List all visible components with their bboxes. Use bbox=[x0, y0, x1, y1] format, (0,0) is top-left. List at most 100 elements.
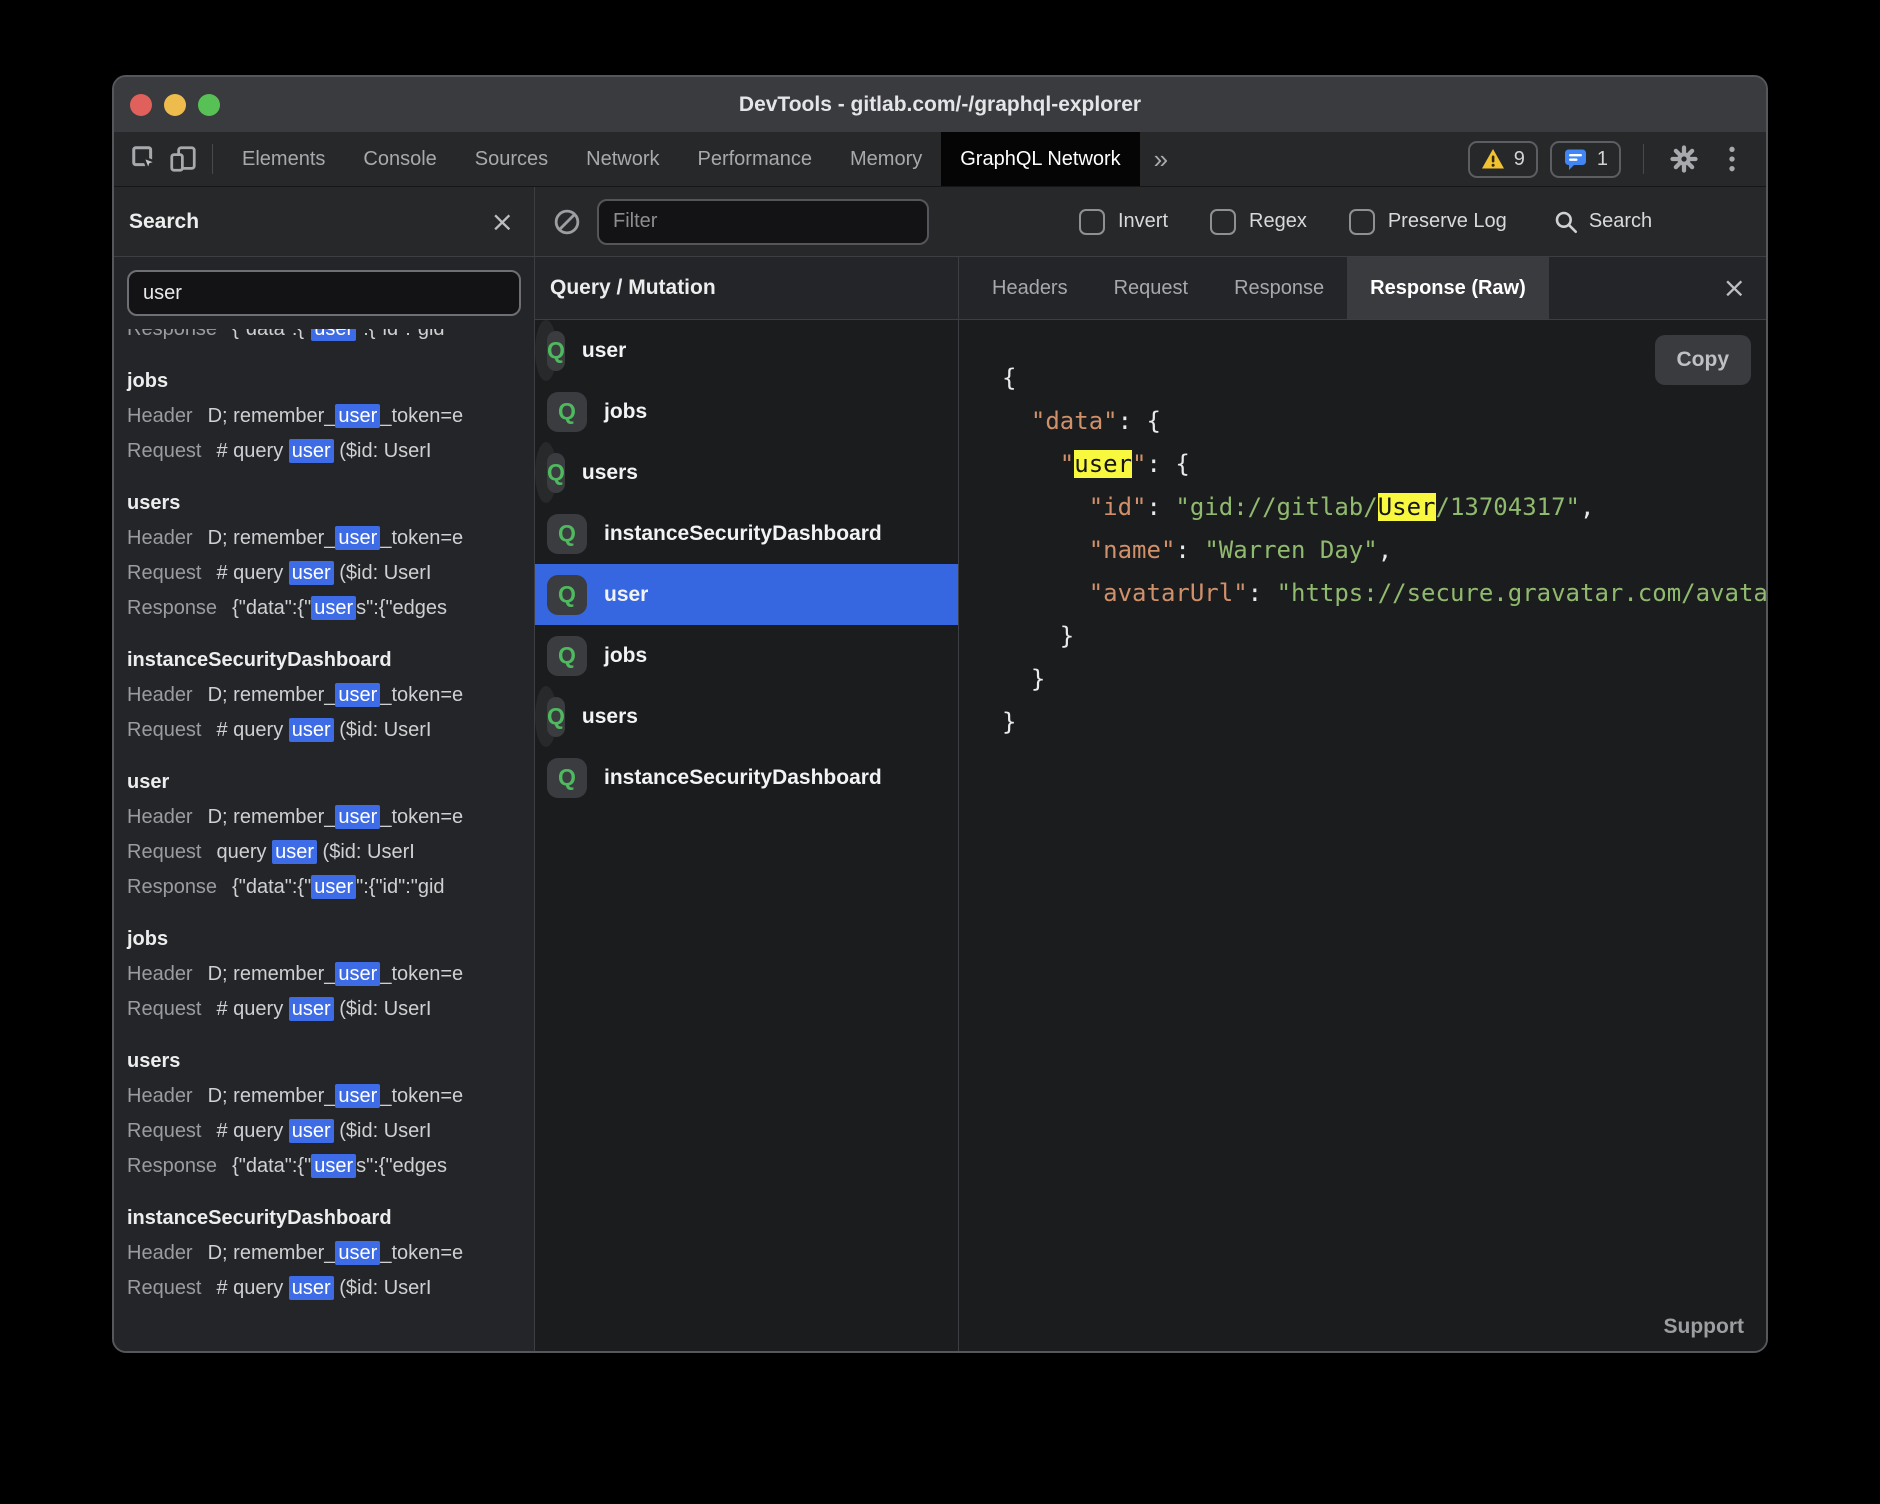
checkbox-label: Preserve Log bbox=[1388, 210, 1507, 233]
search-result-row[interactable]: HeaderD; remember_user_token=e bbox=[127, 957, 534, 992]
search-result-row[interactable]: Request# query user ($id: UserI bbox=[127, 434, 534, 469]
search-highlight: user bbox=[335, 683, 380, 707]
search-result-row[interactable]: Response{"data":{"users":{"edges bbox=[127, 591, 534, 626]
json-token: "name" bbox=[1089, 536, 1176, 564]
checkbox-regex[interactable]: Regex bbox=[1210, 209, 1307, 235]
search-highlight: user bbox=[311, 875, 356, 899]
search-result-row[interactable]: Request# query user ($id: UserI bbox=[127, 1114, 534, 1149]
filter-input[interactable] bbox=[597, 199, 929, 245]
block-icon[interactable] bbox=[549, 204, 585, 240]
json-line: "user": { bbox=[1002, 443, 1766, 486]
tab-performance[interactable]: Performance bbox=[679, 132, 832, 186]
search-result-row[interactable]: Response{"data":{"user":{"id":"gid bbox=[127, 870, 534, 905]
traffic-light-close[interactable] bbox=[130, 94, 152, 116]
tab-sources[interactable]: Sources bbox=[456, 132, 567, 186]
message-badge[interactable]: 1 bbox=[1550, 141, 1621, 178]
devtools-tabbar: ElementsConsoleSourcesNetworkPerformance… bbox=[114, 132, 1766, 187]
search-result-group-title[interactable]: users bbox=[127, 486, 534, 521]
search-result-row[interactable]: Response{"data":{"user":{"id":"gid bbox=[127, 329, 534, 347]
search-result-row[interactable]: HeaderD; remember_user_token=e bbox=[127, 678, 534, 713]
detail-tab-response[interactable]: Response bbox=[1211, 257, 1347, 319]
warning-badge[interactable]: 9 bbox=[1468, 141, 1538, 178]
query-row-jobs[interactable]: Qjobs bbox=[535, 381, 958, 442]
search-result-row[interactable]: HeaderD; remember_user_token=e bbox=[127, 800, 534, 835]
search-result-group-title[interactable]: jobs bbox=[127, 364, 534, 399]
tab-graphql-network[interactable]: GraphQL Network bbox=[941, 132, 1139, 186]
detail-panel: HeadersRequestResponseResponse (Raw) × C… bbox=[959, 257, 1766, 1351]
support-link[interactable]: Support bbox=[1664, 1315, 1744, 1339]
kebab-menu-icon[interactable] bbox=[1714, 141, 1750, 177]
inspect-element-icon[interactable] bbox=[126, 132, 164, 186]
checkbox-label: Invert bbox=[1118, 210, 1168, 233]
checkbox-box bbox=[1349, 209, 1375, 235]
search-result-row[interactable]: HeaderD; remember_user_token=e bbox=[127, 1236, 534, 1271]
search-result-row[interactable]: Request# query user ($id: UserI bbox=[127, 1271, 534, 1306]
json-token: { bbox=[1002, 364, 1016, 392]
json-line: } bbox=[1002, 701, 1766, 744]
search-result-row[interactable]: Request# query user ($id: UserI bbox=[127, 556, 534, 591]
filter-search[interactable]: Search bbox=[1553, 209, 1652, 235]
search-result-row[interactable]: HeaderD; remember_user_token=e bbox=[127, 521, 534, 556]
search-result-group-title[interactable]: instanceSecurityDashboard bbox=[127, 643, 534, 678]
json-token: /13704317" bbox=[1436, 493, 1581, 521]
json-token: : { bbox=[1118, 407, 1161, 435]
tab-memory[interactable]: Memory bbox=[831, 132, 941, 186]
traffic-light-zoom[interactable] bbox=[198, 94, 220, 116]
search-result-text: D; remember_ bbox=[208, 963, 336, 985]
search-result-row[interactable]: HeaderD; remember_user_token=e bbox=[127, 1079, 534, 1114]
search-result-text: _token=e bbox=[380, 1242, 463, 1264]
traffic-light-minimize[interactable] bbox=[164, 94, 186, 116]
query-row-jobs[interactable]: Qjobs bbox=[535, 625, 958, 686]
query-row-instancesecuritydashboard[interactable]: QinstanceSecurityDashboard bbox=[535, 503, 958, 564]
devtools-tabs: ElementsConsoleSourcesNetworkPerformance… bbox=[223, 132, 1140, 186]
main-row: Query / Mutation QuserQjobsQusersQinstan… bbox=[535, 257, 1766, 1351]
search-highlight: user bbox=[335, 1241, 380, 1265]
tab-console[interactable]: Console bbox=[344, 132, 455, 186]
search-result-text: ($id: UserI bbox=[334, 562, 432, 584]
search-result-text: s":{"edges bbox=[356, 597, 447, 619]
search-input[interactable] bbox=[127, 270, 521, 316]
json-line: "data": { bbox=[1002, 400, 1766, 443]
checkbox-preserve-log[interactable]: Preserve Log bbox=[1349, 209, 1507, 235]
search-result-text: _token=e bbox=[380, 806, 463, 828]
search-result-row[interactable]: Response{"data":{"users":{"edges bbox=[127, 1149, 534, 1184]
search-result-row[interactable]: HeaderD; remember_user_token=e bbox=[127, 399, 534, 434]
search-icon bbox=[1553, 209, 1579, 235]
detail-close-icon[interactable]: × bbox=[1723, 274, 1746, 302]
tab-elements[interactable]: Elements bbox=[223, 132, 344, 186]
detail-tab-headers[interactable]: Headers bbox=[969, 257, 1091, 319]
query-row-user[interactable]: Quser bbox=[535, 564, 958, 625]
search-result-text: # query bbox=[217, 562, 289, 584]
copy-button[interactable]: Copy bbox=[1655, 335, 1752, 385]
search-result-row[interactable]: Requestquery user ($id: UserI bbox=[127, 835, 534, 870]
search-result-row[interactable]: Request# query user ($id: UserI bbox=[127, 713, 534, 748]
search-highlight: user bbox=[335, 962, 380, 986]
search-result-row[interactable]: Request# query user ($id: UserI bbox=[127, 992, 534, 1027]
detail-tab-request[interactable]: Request bbox=[1091, 257, 1212, 319]
query-row-users[interactable]: Qusers bbox=[535, 442, 557, 503]
query-row-user[interactable]: Quser bbox=[535, 320, 557, 381]
checkbox-invert[interactable]: Invert bbox=[1079, 209, 1168, 235]
warning-count: 9 bbox=[1514, 148, 1525, 171]
tab-network[interactable]: Network bbox=[567, 132, 678, 186]
search-close-icon[interactable]: × bbox=[491, 208, 514, 236]
search-result-group-title[interactable]: user bbox=[127, 765, 534, 800]
detail-tab-response-raw[interactable]: Response (Raw) bbox=[1347, 257, 1549, 319]
search-result-text: {"data":{" bbox=[232, 597, 311, 619]
tabbar-separator bbox=[212, 144, 213, 174]
query-label: users bbox=[582, 705, 638, 729]
device-toolbar-icon[interactable] bbox=[164, 132, 202, 186]
more-tabs-icon[interactable]: » bbox=[1140, 132, 1182, 186]
search-result-group-title[interactable]: jobs bbox=[127, 922, 534, 957]
search-result-label: Header bbox=[127, 527, 193, 549]
query-row-users[interactable]: Qusers bbox=[535, 686, 557, 747]
search-result-group-title[interactable]: instanceSecurityDashboard bbox=[127, 1201, 534, 1236]
json-line: "avatarUrl": "https://secure.gravatar.co… bbox=[1002, 572, 1766, 615]
query-row-instancesecuritydashboard[interactable]: QinstanceSecurityDashboard bbox=[535, 747, 958, 808]
query-label: instanceSecurityDashboard bbox=[604, 766, 882, 790]
json-token: : bbox=[1175, 536, 1204, 564]
query-label: instanceSecurityDashboard bbox=[604, 522, 882, 546]
search-result-group-title[interactable]: users bbox=[127, 1044, 534, 1079]
settings-gear-icon[interactable] bbox=[1666, 141, 1702, 177]
titlebar: DevTools - gitlab.com/-/graphql-explorer bbox=[114, 77, 1766, 132]
